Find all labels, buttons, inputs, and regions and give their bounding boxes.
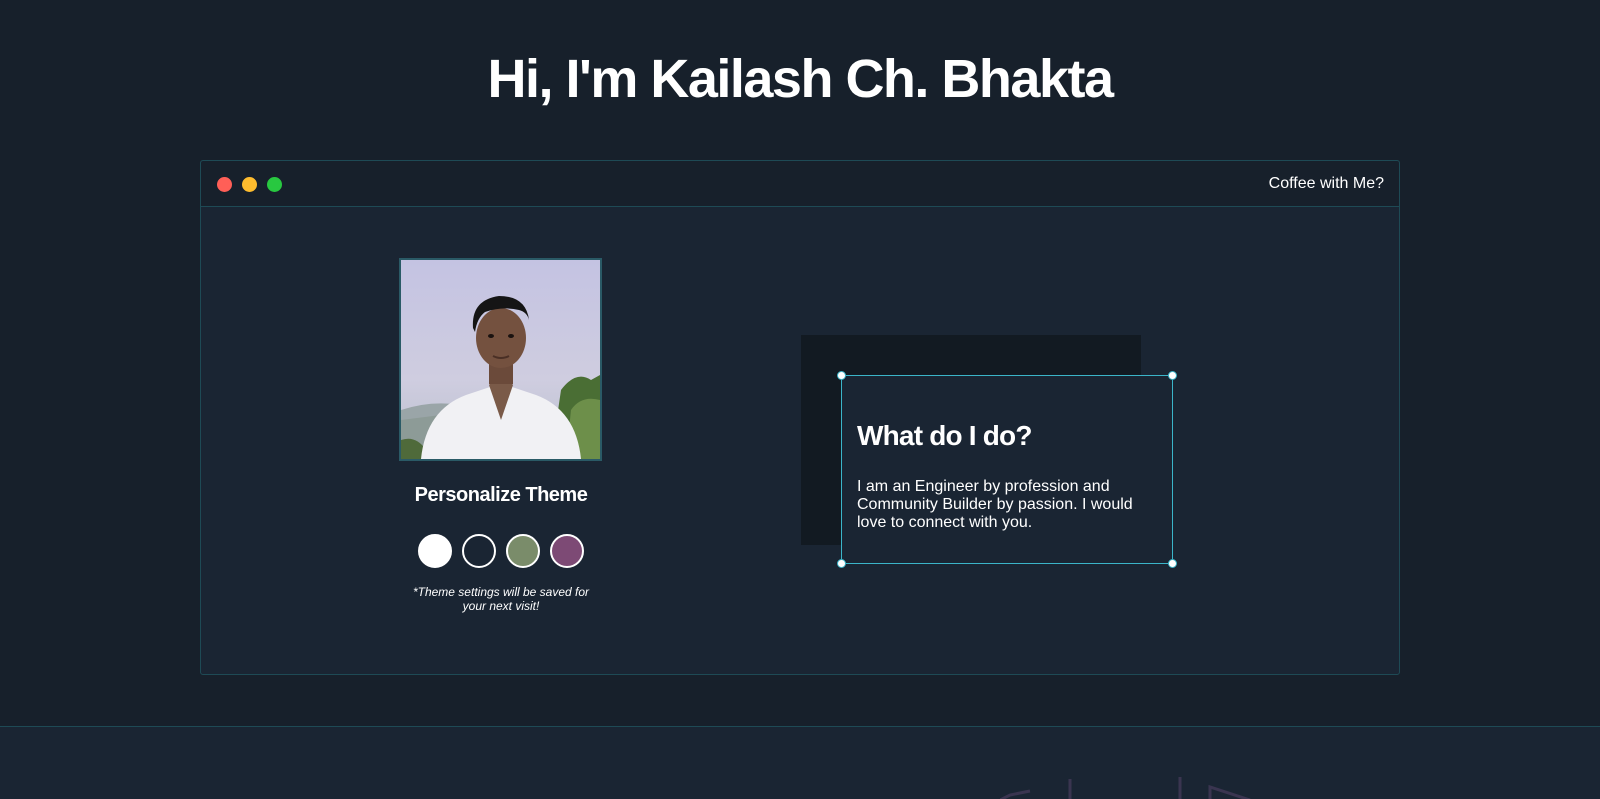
footer-section — [0, 726, 1600, 799]
what-do-i-do-card: What do I do? I am an Engineer by profes… — [837, 371, 1177, 568]
card-heading: What do I do? — [857, 420, 1032, 451]
theme-settings-note: *Theme settings will be saved for your n… — [412, 585, 590, 613]
coffee-with-me-link[interactable]: Coffee with Me? — [1269, 175, 1384, 193]
theme-swatch-dark-navy[interactable] — [462, 534, 496, 568]
theme-swatch-sage-green[interactable] — [506, 534, 540, 568]
window-title-bar: Coffee with Me? — [201, 161, 1399, 207]
card-body: I am an Engineer by profession and Commu… — [857, 478, 1133, 531]
theme-swatch-white[interactable] — [418, 534, 452, 568]
resize-handle-bottom-right[interactable] — [1168, 559, 1177, 568]
personalize-theme-heading: Personalize Theme — [414, 484, 588, 506]
theme-swatch-group — [418, 534, 584, 568]
page: Hi, I'm Kailash Ch. Bhakta Coffee with M… — [0, 0, 1600, 799]
profile-photo-image — [401, 260, 600, 459]
browser-window: Coffee with Me? Personalize Theme *Theme… — [200, 160, 1400, 675]
resize-handle-top-left[interactable] — [837, 371, 846, 380]
minimize-dot-icon[interactable] — [242, 177, 257, 192]
resize-handle-bottom-left[interactable] — [837, 559, 846, 568]
theme-swatch-plum[interactable] — [550, 534, 584, 568]
close-dot-icon[interactable] — [217, 177, 232, 192]
profile-photo — [399, 258, 602, 461]
resize-handle-top-right[interactable] — [1168, 371, 1177, 380]
page-title: Hi, I'm Kailash Ch. Bhakta — [487, 49, 1114, 109]
footer-decoration-icon — [1000, 777, 1251, 799]
maximize-dot-icon[interactable] — [267, 177, 282, 192]
